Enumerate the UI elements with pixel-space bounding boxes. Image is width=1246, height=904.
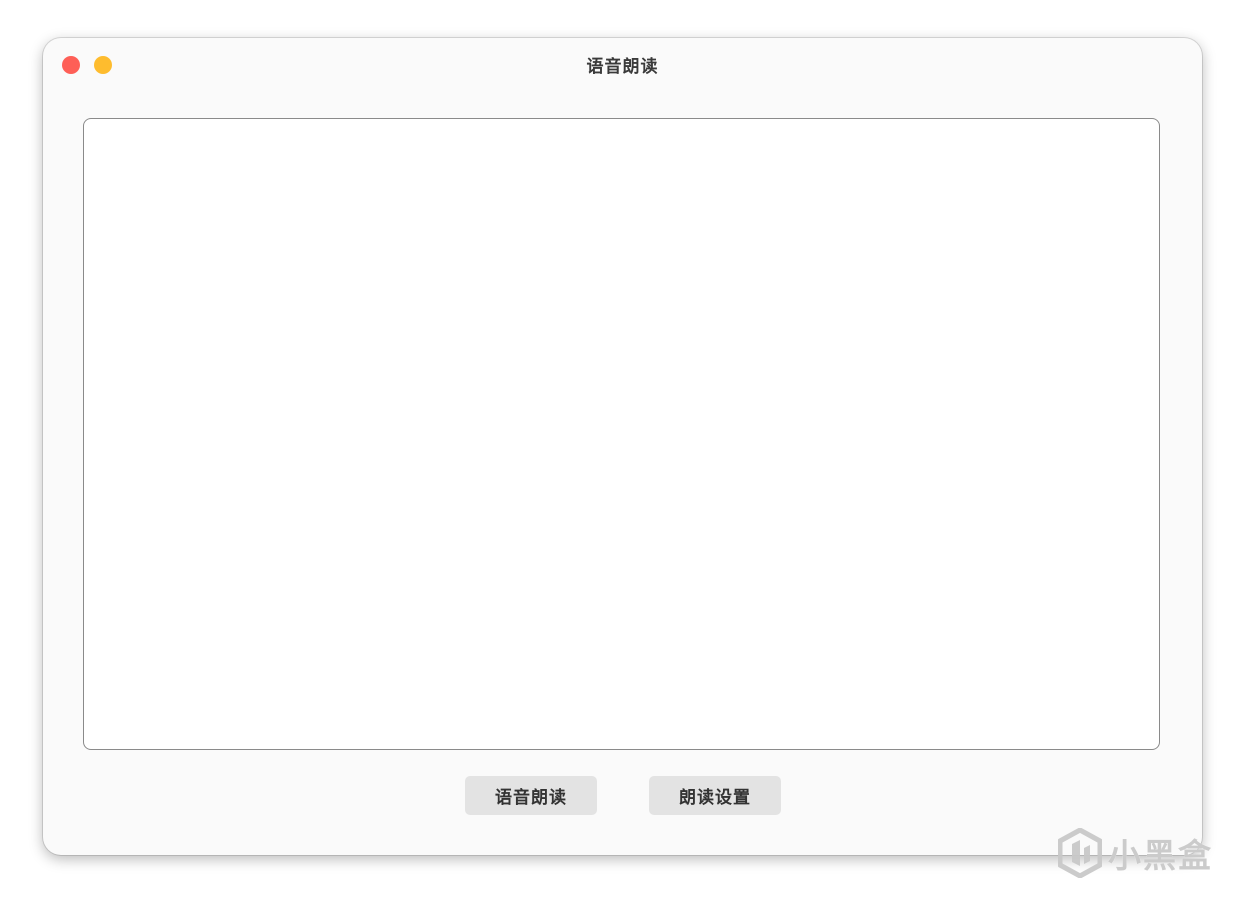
app-window: 语音朗读 语音朗读 朗读设置: [43, 38, 1202, 855]
watermark: 小黑盒: [1058, 826, 1213, 880]
watermark-text: 小黑盒: [1108, 836, 1213, 875]
heybox-logo-icon: [1058, 828, 1102, 878]
read-aloud-button[interactable]: 语音朗读: [465, 776, 597, 815]
text-input-area[interactable]: [83, 118, 1160, 750]
window-title: 语音朗读: [586, 57, 659, 77]
titlebar[interactable]: 语音朗读: [43, 38, 1202, 92]
read-settings-button[interactable]: 朗读设置: [649, 776, 781, 815]
